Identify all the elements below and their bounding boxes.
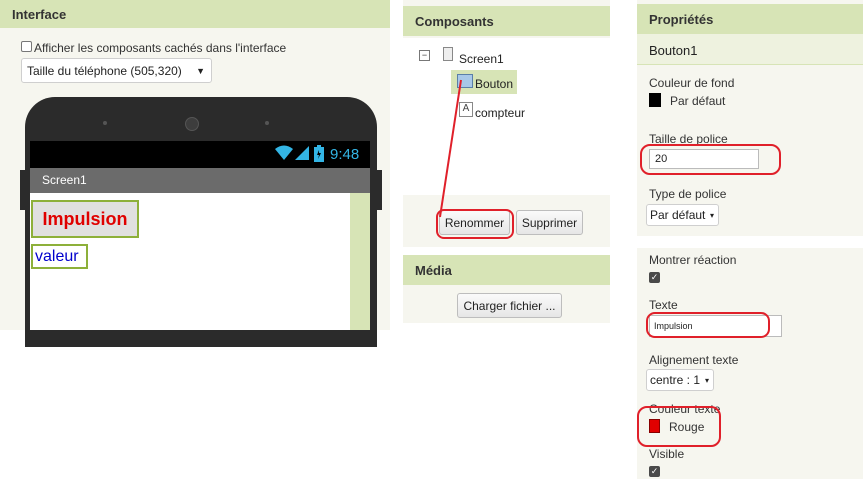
text-color-highlight bbox=[637, 406, 721, 447]
font-size-highlight bbox=[640, 144, 781, 175]
text-highlight bbox=[646, 312, 770, 338]
annotation-arrow bbox=[439, 79, 462, 218]
